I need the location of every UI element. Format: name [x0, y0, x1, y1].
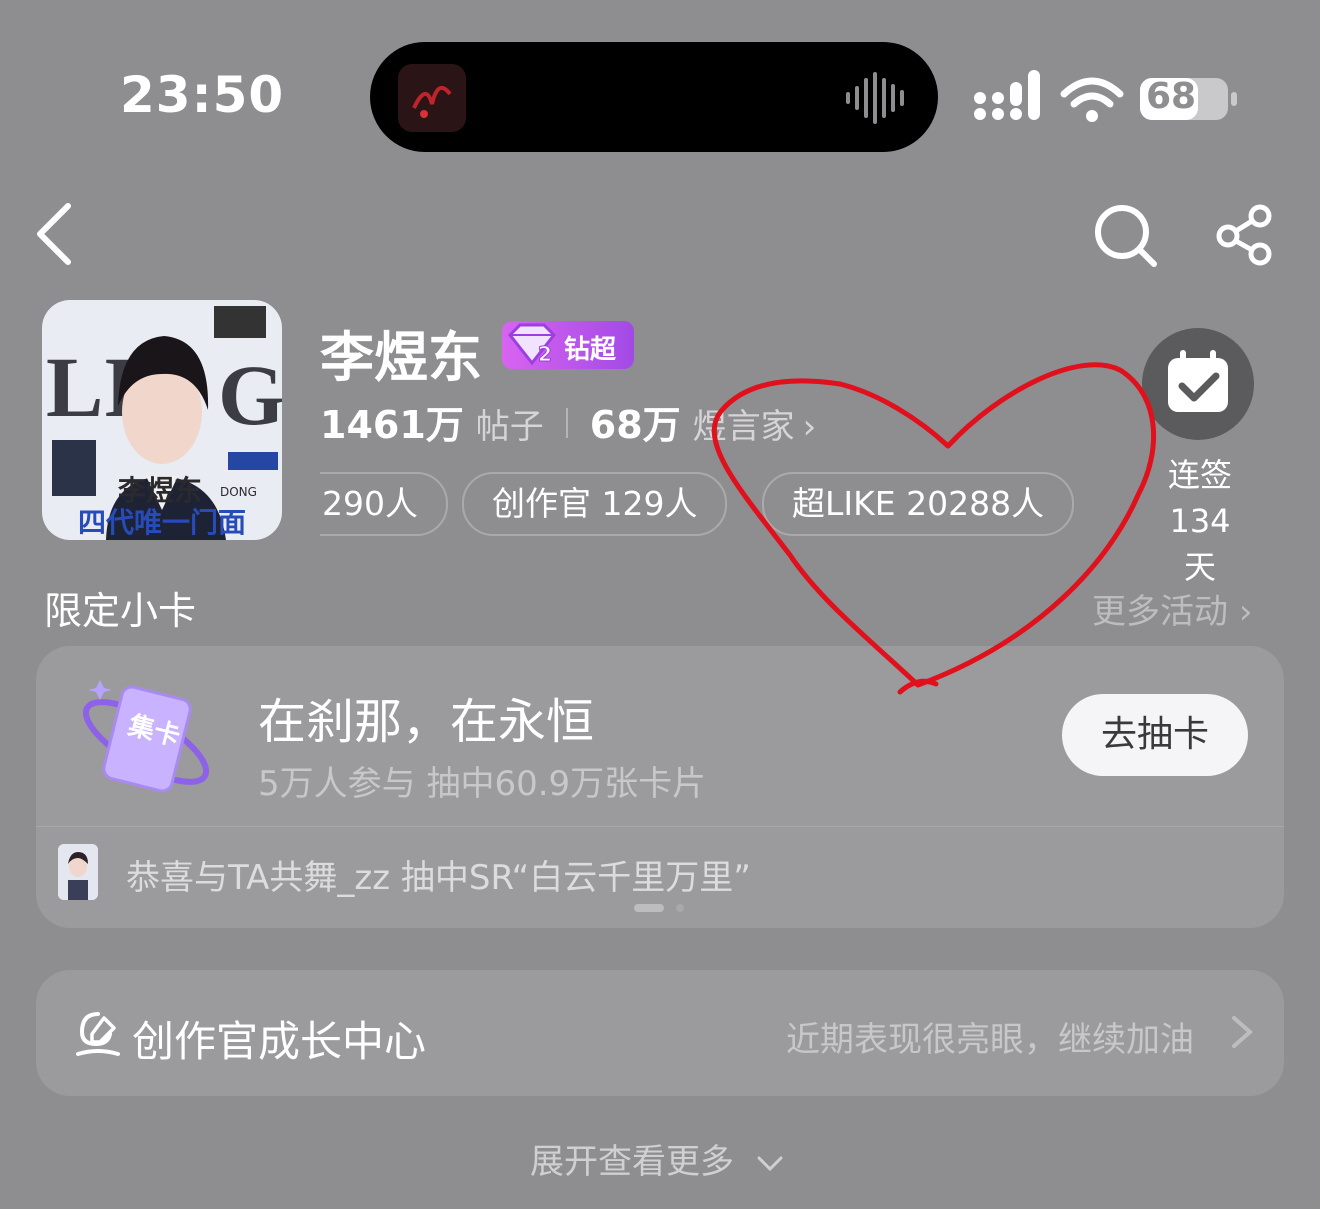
checkin-streak-line1: 连签134 [1167, 456, 1232, 540]
pill-creators-label: 创作官 129人 [492, 484, 698, 523]
badge-label: 钻超 [564, 335, 617, 365]
status-indicators: 68 [972, 68, 1240, 124]
stats-divider [565, 408, 568, 438]
pen-edit-icon [76, 1012, 120, 1056]
checkin-button[interactable] [1142, 328, 1254, 440]
battery-level: 68 [1146, 76, 1197, 117]
more-activities-label: 更多活动 [1092, 592, 1228, 632]
calendar-check-icon [1168, 350, 1228, 412]
growth-center-title: 创作官成长中心 [132, 1017, 427, 1066]
draw-card-button[interactable]: 去抽卡 [1062, 694, 1248, 776]
growth-center-note: 近期表现很亮眼，继续加油 [786, 1020, 1194, 1060]
back-arrow-icon[interactable] [34, 200, 76, 268]
avatar-slogan: 四代唯一门面 [78, 506, 246, 539]
posts-count: 1461万 [320, 403, 464, 447]
pill-super-like-label: 超LIKE 20288人 [792, 484, 1045, 523]
search-icon[interactable] [1094, 204, 1158, 268]
dynamic-island[interactable] [370, 42, 938, 152]
fans-label[interactable]: 煜言家 [693, 399, 795, 448]
pill-super-like[interactable]: 超LIKE 20288人 [762, 472, 1075, 536]
expand-more-link[interactable]: 展开查看更多 [530, 1134, 785, 1183]
pill-creators[interactable]: 创作官 129人 [462, 472, 728, 536]
chevron-down-icon [757, 1156, 783, 1171]
card-divider [36, 826, 1284, 827]
share-icon[interactable] [1214, 204, 1276, 266]
status-time: 23:50 [120, 66, 285, 124]
signal-icon [974, 70, 1237, 122]
diamond-super-badge[interactable]: 2 钻超 [502, 321, 634, 369]
avatar-tag: DONG [220, 485, 257, 499]
diamond-icon: 2 [507, 323, 557, 367]
profile-avatar[interactable]: LIY G 李煜东 DONG 四代唯一门面 [42, 300, 282, 540]
fans-count[interactable]: 68万 [590, 394, 681, 449]
card-title: 在刹那，在永恒 [258, 694, 595, 750]
card-subtitle: 5万人参与 抽中60.9万张卡片 [258, 764, 707, 804]
winner-avatar [58, 844, 98, 900]
checkin-streak: 连签134 天 [1140, 452, 1260, 590]
tag-pill-strip[interactable]: 290人 创作官 129人 超LIKE 20288人 [320, 472, 1140, 536]
posts-label: 帖子 [475, 407, 544, 447]
pill-members[interactable]: 290人 [320, 472, 448, 536]
avatar-name-caption: 李煜东 [118, 474, 202, 507]
pill-members-label: 290人 [322, 484, 418, 523]
more-activities-link[interactable]: 更多活动 › [1092, 584, 1252, 633]
svg-text:2: 2 [538, 342, 552, 366]
profile-stats: 1461万 帖子 68万 煜言家 › [320, 394, 817, 447]
svg-text:G: G [218, 347, 282, 443]
profile-name: 李煜东 [320, 326, 482, 389]
expand-more-label: 展开查看更多 [530, 1142, 734, 1182]
carousel-dots [634, 904, 684, 912]
card-collection-icon: 集卡 [82, 680, 210, 793]
audio-waveform-icon [846, 72, 904, 124]
chevron-right-icon: › [1238, 592, 1253, 632]
winner-announcement[interactable]: 恭喜与TA共舞_zz 抽中SR“白云千里万里” [126, 850, 751, 899]
section-title: 限定小卡 [44, 589, 197, 633]
chevron-right-icon [1232, 1016, 1254, 1048]
chevron-right-icon[interactable]: › [803, 407, 817, 447]
now-playing-artwork [398, 64, 466, 132]
